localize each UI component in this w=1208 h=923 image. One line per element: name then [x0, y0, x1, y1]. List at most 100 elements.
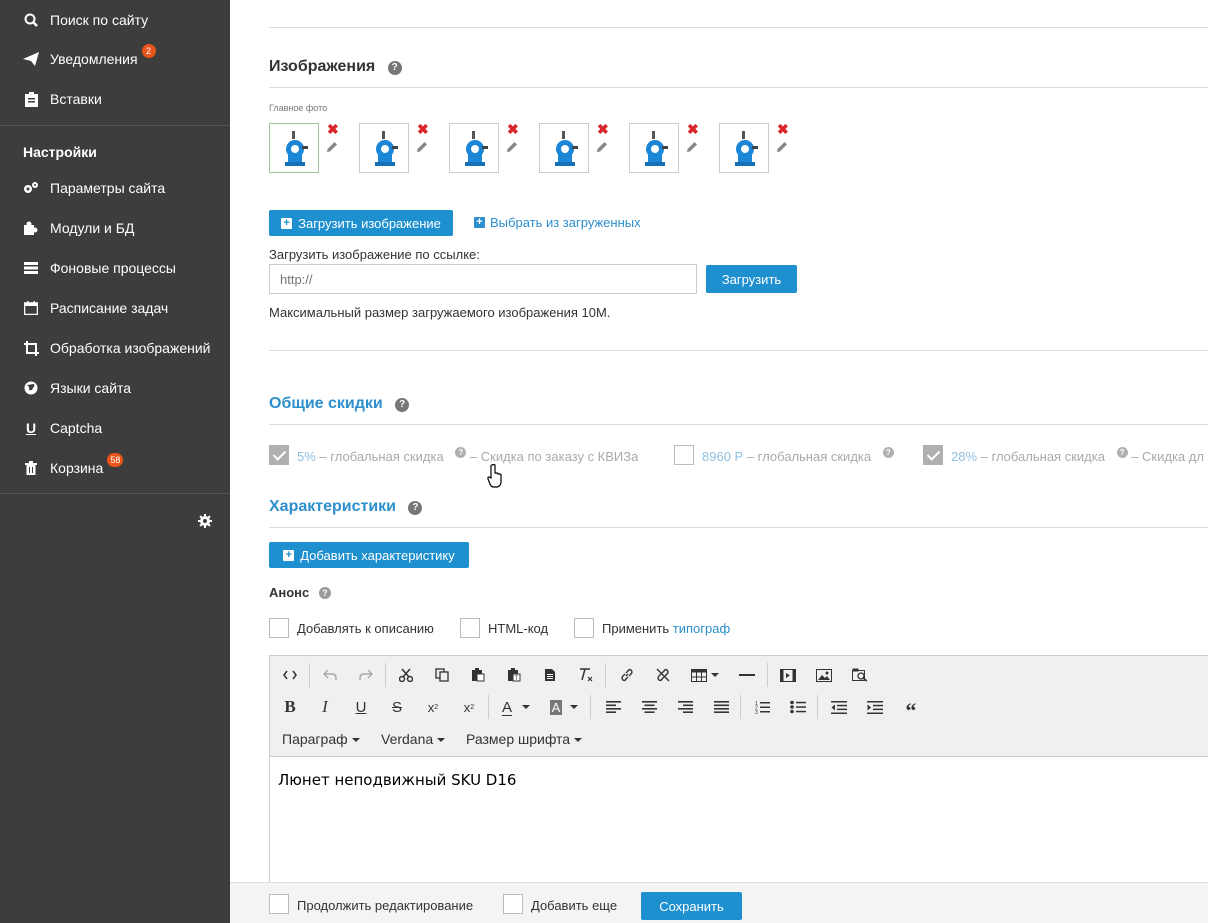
bulleted-list-icon[interactable]	[786, 695, 810, 719]
sidebar-item-captcha[interactable]: U Captcha	[0, 408, 230, 448]
clipboard-icon	[22, 91, 40, 107]
indent-icon[interactable]	[863, 695, 887, 719]
superscript-icon[interactable]: x2	[421, 695, 445, 719]
choose-uploaded-link[interactable]: + Выбрать из загруженных	[474, 215, 641, 230]
bold-icon[interactable]: B	[278, 695, 302, 719]
help-icon[interactable]: ?	[318, 587, 331, 599]
delete-image-icon[interactable]: ✖	[507, 122, 519, 136]
media-icon[interactable]	[776, 663, 800, 687]
delete-image-icon[interactable]: ✖	[417, 122, 429, 136]
italic-icon[interactable]: I	[313, 695, 337, 719]
redo-icon[interactable]	[354, 663, 378, 687]
help-icon[interactable]: ?	[882, 447, 894, 458]
align-left-icon[interactable]	[601, 695, 625, 719]
apply-typograph-checkbox[interactable]	[574, 618, 594, 638]
sidebar-item-trash[interactable]: Корзина 58	[0, 448, 230, 488]
text-color-icon[interactable]: A	[496, 695, 536, 719]
link-icon[interactable]	[615, 663, 639, 687]
plus-icon: +	[281, 217, 293, 229]
horizontal-line-icon[interactable]	[735, 663, 759, 687]
sidebar-item-site-params[interactable]: Параметры сайта	[0, 168, 230, 208]
typograph-link[interactable]: типограф	[673, 621, 730, 636]
help-icon[interactable]: ?	[455, 447, 467, 458]
sidebar-item-search[interactable]: Поиск по сайту	[0, 0, 230, 40]
source-code-icon[interactable]	[278, 663, 302, 687]
main-photo-label: Главное фото	[269, 103, 328, 113]
image-url-input[interactable]	[269, 264, 697, 294]
discount-checkbox-3[interactable]	[923, 445, 943, 465]
delete-image-icon[interactable]: ✖	[597, 122, 609, 136]
subscript-icon[interactable]: x2	[457, 695, 481, 719]
image-thumbnail[interactable]	[269, 123, 319, 173]
add-characteristic-button[interactable]: + Добавить характеристику	[269, 542, 469, 568]
help-icon[interactable]: ?	[395, 397, 410, 412]
save-button[interactable]: Сохранить	[641, 892, 742, 920]
announce-title-text: Анонс	[269, 585, 310, 600]
align-center-icon[interactable]	[637, 695, 661, 719]
sidebar-item-notifications[interactable]: Уведомления 2	[0, 39, 230, 79]
copy-icon[interactable]	[430, 663, 454, 687]
underline-format-icon[interactable]: U	[349, 695, 373, 719]
discount-checkbox-1[interactable]	[269, 445, 289, 465]
paragraph-label: Параграф	[282, 731, 348, 747]
table-icon[interactable]	[688, 663, 722, 687]
images-title-text: Изображения	[269, 58, 376, 75]
sidebar-item-background-tasks[interactable]: Фоновые процессы	[0, 248, 230, 288]
clear-format-icon[interactable]	[574, 663, 598, 687]
upload-image-button[interactable]: + Загрузить изображение	[269, 210, 453, 236]
sidebar-item-schedule[interactable]: Расписание задач	[0, 288, 230, 328]
paste-word-icon[interactable]	[538, 663, 562, 687]
gear-icon[interactable]	[198, 514, 212, 528]
font-family-dropdown[interactable]: Verdana	[381, 731, 446, 747]
help-icon[interactable]: ?	[387, 60, 402, 75]
unlink-icon[interactable]	[651, 663, 675, 687]
chevron-down-icon	[437, 738, 446, 743]
discount-item-1: 5% – глобальная скидка ? – Скидка по зак…	[297, 447, 638, 464]
align-justify-icon[interactable]	[709, 695, 733, 719]
background-color-icon[interactable]: A	[544, 695, 584, 719]
align-right-icon[interactable]	[673, 695, 697, 719]
edit-image-icon[interactable]	[506, 141, 520, 155]
delete-image-icon[interactable]: ✖	[777, 122, 789, 136]
edit-image-icon[interactable]	[596, 141, 610, 155]
edit-image-icon[interactable]	[686, 141, 700, 155]
paste-icon[interactable]	[466, 663, 490, 687]
sidebar-divider	[0, 493, 230, 494]
paragraph-dropdown[interactable]: Параграф	[282, 731, 360, 747]
edit-image-icon[interactable]	[416, 141, 430, 155]
add-to-description-checkbox[interactable]	[269, 618, 289, 638]
image-thumbnail[interactable]	[449, 123, 499, 173]
upload-url-button[interactable]: Загрузить	[706, 265, 797, 293]
outdent-icon[interactable]	[827, 695, 851, 719]
html-code-checkbox[interactable]	[460, 618, 480, 638]
discount-checkbox-2[interactable]	[674, 445, 694, 465]
sidebar-item-inserts[interactable]: Вставки	[0, 79, 230, 119]
blockquote-icon[interactable]: “	[899, 695, 923, 723]
add-more-checkbox[interactable]	[503, 894, 523, 914]
help-icon[interactable]: ?	[408, 500, 423, 515]
image-thumbnail[interactable]	[719, 123, 769, 173]
image-thumbnail[interactable]	[539, 123, 589, 173]
edit-image-icon[interactable]	[776, 141, 790, 155]
delete-image-icon[interactable]: ✖	[327, 122, 339, 136]
undo-icon[interactable]	[318, 663, 342, 687]
sidebar-item-label: Корзина	[50, 460, 104, 476]
continue-editing-checkbox[interactable]	[269, 894, 289, 914]
numbered-list-icon[interactable]: 123	[750, 695, 774, 719]
sidebar-item-languages[interactable]: Языки сайта	[0, 368, 230, 408]
image-icon[interactable]	[812, 663, 836, 687]
sidebar-item-image-processing[interactable]: Обработка изображений	[0, 328, 230, 368]
image-thumbnail[interactable]	[629, 123, 679, 173]
sidebar-item-modules[interactable]: Модули и БД	[0, 208, 230, 248]
tasks-icon	[22, 260, 40, 276]
cut-icon[interactable]	[394, 663, 418, 687]
editor-content[interactable]: Люнет неподвижный SKU D16	[278, 771, 516, 789]
paste-text-icon[interactable]: T	[502, 663, 526, 687]
font-size-dropdown[interactable]: Размер шрифта	[466, 731, 583, 747]
delete-image-icon[interactable]: ✖	[687, 122, 699, 136]
image-thumbnail[interactable]	[359, 123, 409, 173]
file-manager-icon[interactable]	[848, 663, 872, 687]
edit-image-icon[interactable]	[326, 141, 340, 155]
help-icon[interactable]: ?	[1116, 447, 1128, 458]
strikethrough-icon[interactable]: S	[385, 695, 409, 719]
